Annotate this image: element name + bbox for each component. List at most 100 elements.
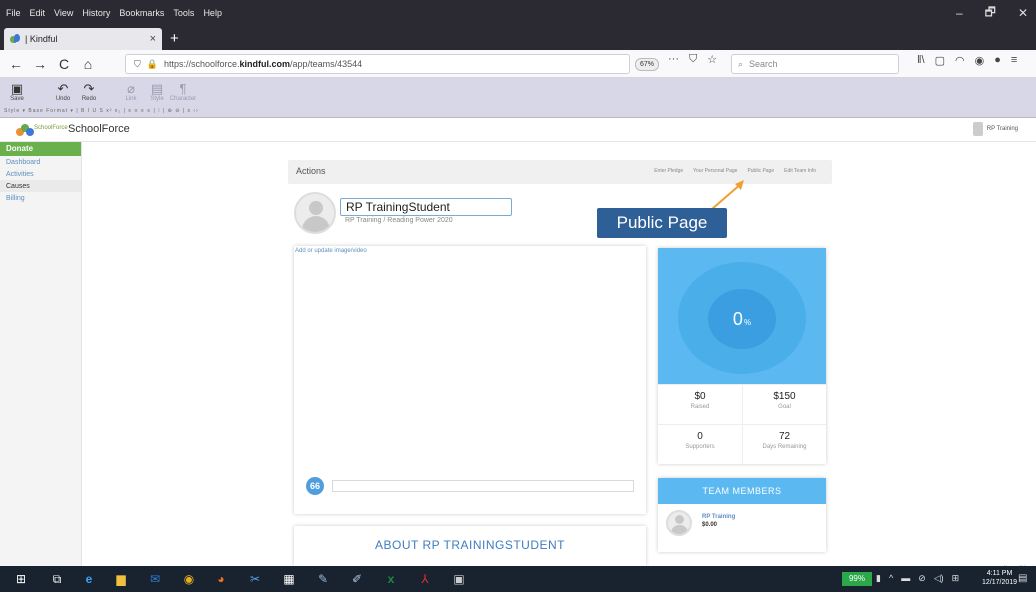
kindful-favicon-icon [10, 34, 20, 44]
url-bar[interactable]: ⛉ 🔒 https://schoolforce.kindful.com/app/… [125, 54, 630, 74]
user-avatar-icon [972, 122, 983, 136]
team-members-card: TEAM MEMBERS RP Training $0.00 [658, 478, 826, 552]
app-title[interactable]: SchoolForce [68, 123, 130, 135]
add-media-link[interactable]: Add or update image/video [295, 248, 367, 254]
member-name-link[interactable]: RP Training [702, 514, 735, 520]
wifi-icon[interactable]: ⊘ [918, 573, 926, 584]
menu-tools[interactable]: Tools [173, 8, 194, 18]
sidebar-toggle-icon[interactable]: ▢ [935, 54, 945, 67]
bookmark-star-icon[interactable]: ☆ [707, 53, 717, 66]
editor-style-button[interactable]: ▤ Style [146, 82, 168, 103]
home-icon[interactable]: ⌂ [80, 56, 96, 72]
browser-tab[interactable]: | Kindful × [4, 28, 162, 50]
task-view-icon[interactable]: ⧉ [50, 572, 64, 586]
file-explorer-icon[interactable]: ▆ [114, 572, 128, 586]
window-controls: – 🗗 ✕ [956, 0, 1036, 26]
days-remaining-stat: 72 Days Remaining [742, 424, 826, 464]
editor-toolbar: ▣ Save ↶ Undo ↷ Redo ⌀ Link ▤ Style ¶ Ch… [0, 78, 1036, 118]
library-icon[interactable]: ‖\ [917, 54, 925, 67]
volume-icon[interactable]: ◁) [934, 573, 944, 584]
sidebar-item-activities[interactable]: Activities [0, 168, 81, 180]
fundraising-progress-card: 0% $0 Raised $150 Goal 0 Supporters 72 D… [658, 248, 826, 464]
member-avatar[interactable] [666, 510, 692, 536]
member-amount: $0.00 [702, 522, 718, 528]
user-menu[interactable]: RP Training [972, 122, 1018, 136]
personal-page-link[interactable]: Your Personal Page [693, 168, 737, 174]
taskbar-clock[interactable]: 4:11 PM 12/17/2019 [982, 569, 1017, 587]
power-icon[interactable]: ▮ [876, 573, 881, 584]
user-name: RP Training [986, 126, 1018, 132]
profile-subtitle: RP Training / Reading Power 2020 [345, 217, 453, 224]
firefox-icon[interactable]: ◕ [214, 572, 228, 586]
profile-name-field[interactable]: RP TrainingStudent [340, 198, 512, 216]
edge-browser-icon[interactable]: e [82, 572, 96, 586]
editor-save-button[interactable]: ▣ Save [6, 82, 28, 103]
outlook-icon[interactable]: ✉ [148, 572, 162, 586]
editor-undo-button[interactable]: ↶ Undo [52, 82, 74, 103]
menu-edit[interactable]: Edit [30, 8, 46, 18]
sidebar-item-causes[interactable]: Causes [0, 180, 81, 192]
paint-icon[interactable]: ✐ [350, 572, 364, 586]
editor-redo-button[interactable]: ↷ Redo [78, 81, 100, 103]
account-icon[interactable]: ● [994, 54, 1001, 67]
restore-button[interactable]: 🗗 [985, 3, 996, 24]
raised-stat: $0 Raised [658, 384, 742, 424]
show-hidden-icons[interactable]: ^ [889, 573, 893, 584]
extension-icon[interactable]: ◉ [975, 54, 985, 67]
forward-icon[interactable]: → [32, 56, 48, 72]
back-icon[interactable]: ← [8, 56, 24, 72]
menu-help[interactable]: Help [203, 8, 222, 18]
acrobat-icon[interactable]: ⅄ [418, 572, 432, 586]
actions-bar: Actions Enter Pledge Your Personal Page … [288, 160, 832, 184]
progress-percent: 0% [708, 289, 776, 349]
editor-link-button[interactable]: ⌀ Link [120, 82, 142, 103]
windows-start-icon[interactable]: ⊞ [14, 572, 28, 586]
notepad-icon[interactable]: ✎ [316, 572, 330, 586]
tab-title: | Kindful [25, 34, 58, 44]
sidebar-item-billing[interactable]: Billing [0, 192, 81, 204]
about-card: ABOUT RP TRAININGSTUDENT [294, 526, 646, 566]
menu-bar: File Edit View History Bookmarks Tools H… [0, 8, 222, 18]
minimize-button[interactable]: – [956, 6, 963, 20]
menu-hamburger-icon[interactable]: ≡ [1011, 54, 1017, 67]
editor-character-button[interactable]: ¶ Character [170, 82, 196, 103]
notification-center-icon[interactable]: ▤ [1018, 573, 1027, 584]
supporters-stat: 0 Supporters [658, 424, 742, 464]
redo-icon: ↷ [83, 81, 95, 96]
zoom-level-badge[interactable]: 67% [635, 58, 659, 71]
quote-input[interactable] [332, 480, 634, 492]
more-actions-icon[interactable]: ··· [668, 53, 679, 66]
media-card: Add or update image/video 66 [294, 246, 646, 514]
menu-history[interactable]: History [82, 8, 110, 18]
close-window-button[interactable]: ✕ [1018, 6, 1028, 20]
sidebar-item-donate[interactable]: Donate [0, 142, 81, 156]
reload-icon[interactable]: C [56, 56, 72, 72]
chrome-icon[interactable]: ◉ [182, 572, 196, 586]
format-toolbar-row[interactable]: Style ▾ Base Format ▾ | B I U S x² x₂ | … [4, 108, 324, 116]
edit-team-info-link[interactable]: Edit Team Info [784, 168, 816, 174]
sidebar-item-dashboard[interactable]: Dashboard [0, 156, 81, 168]
calculator-icon[interactable]: ▦ [282, 572, 296, 586]
close-tab-icon[interactable]: × [150, 33, 156, 45]
menu-file[interactable]: File [6, 8, 21, 18]
excel-icon[interactable]: x [384, 572, 398, 586]
input-method-icon[interactable]: ⊞ [952, 573, 960, 584]
quote-icon[interactable]: 66 [306, 477, 324, 495]
search-input[interactable]: ⌕ Search [731, 54, 899, 74]
page-actions: ··· ⛉ ☆ [668, 53, 717, 66]
snipping-tool-icon[interactable]: ✂ [248, 572, 262, 586]
lock-icon: 🔒 [146, 58, 158, 69]
network-icon[interactable]: ▬ [901, 573, 910, 584]
photos-icon[interactable]: ▣ [452, 572, 466, 586]
public-page-link[interactable]: Public Page [747, 168, 774, 174]
battery-indicator[interactable]: 99% [842, 572, 872, 586]
url-text: https://schoolforce.kindful.com/app/team… [163, 59, 363, 69]
new-tab-icon[interactable]: + [170, 30, 179, 47]
profile-avatar[interactable] [294, 192, 336, 234]
menu-bookmarks[interactable]: Bookmarks [119, 8, 164, 18]
pocket-icon[interactable]: ⛉ [689, 53, 697, 66]
enter-pledge-link[interactable]: Enter Pledge [654, 168, 683, 174]
pocket-toolbar-icon[interactable]: ◠ [955, 54, 965, 67]
menu-view[interactable]: View [54, 8, 73, 18]
public-page-annotation: Public Page [597, 208, 727, 238]
